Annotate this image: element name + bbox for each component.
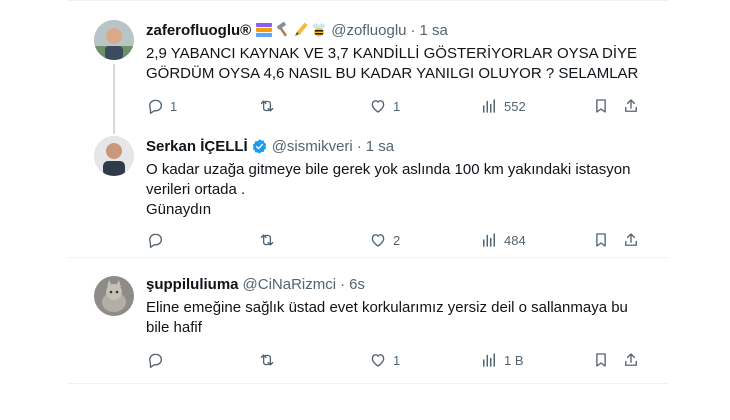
tweet-header: şuppiluliuma @CiNaRizmci · 6s (146, 274, 365, 294)
analytics-icon (483, 233, 495, 247)
retweet-icon (260, 354, 274, 366)
user-handle[interactable]: @sismikveri (272, 138, 353, 155)
view-count: 1 B (504, 352, 524, 368)
action-bar: 2 484 (146, 230, 646, 250)
avatar[interactable] (94, 20, 134, 60)
display-name[interactable]: şuppiluliuma (146, 276, 239, 293)
heart-icon (371, 354, 385, 367)
tweet-text-line: Günaydın (146, 201, 212, 218)
like-button[interactable]: 1 (369, 350, 400, 370)
tweet-text: Eline emeğine sağlık üstad evet korkular… (146, 298, 646, 338)
timestamp[interactable]: 1 sa (366, 138, 394, 155)
user-handle[interactable]: @zofluoglu (331, 22, 406, 39)
like-count: 1 (393, 352, 401, 368)
views-button[interactable]: 552 (480, 96, 526, 116)
tweet-text-line: Eline emeğine sağlık üstad evet korkular… (146, 299, 628, 316)
view-count: 484 (504, 232, 526, 248)
bookmark-button[interactable] (592, 96, 610, 116)
like-button[interactable]: 1 (369, 96, 400, 116)
reply-thread: zaferofluoglu® @zofluoglu · 1 sa 2,9 YAB… (68, 0, 668, 420)
retweet-button[interactable] (258, 230, 282, 250)
separator-dot: · (340, 275, 346, 293)
analytics-icon (483, 353, 495, 367)
bookmark-icon (596, 353, 606, 367)
bottom-divider (68, 383, 668, 384)
like-count: 2 (393, 232, 401, 248)
stack-icon (256, 23, 273, 37)
tweet-text-line: O kadar uzağa gitmeye bile gerek yok asl… (146, 161, 631, 178)
like-count: 1 (393, 98, 401, 114)
tweet-sismikveri[interactable]: Serkan İÇELLİ @sismikveri · 1 sa O kadar… (68, 128, 668, 256)
views-button[interactable]: 484 (480, 230, 526, 250)
views-button[interactable]: 1 B (480, 350, 524, 370)
share-icon (625, 353, 637, 366)
separator-dot: · (356, 137, 362, 155)
retweet-icon (260, 100, 274, 112)
tweet-text-line: bile hafif (146, 319, 202, 336)
reply-button[interactable] (146, 230, 170, 250)
tweet-text-line: 2,9 YABANCI KAYNAK VE 3,7 KANDİLLİ GÖSTE… (146, 45, 638, 62)
verified-badge-icon (248, 138, 268, 155)
action-bar: 1 1 B (146, 350, 646, 370)
retweet-button[interactable] (258, 96, 282, 116)
tweet-cinarizmci[interactable]: şuppiluliuma @CiNaRizmci · 6s Eline emeğ… (68, 258, 668, 383)
avatar[interactable] (94, 136, 134, 176)
tweet-text-line: verileri ortada . (146, 181, 246, 198)
retweet-icon (260, 234, 274, 246)
timestamp[interactable]: 1 sa (420, 22, 448, 39)
analytics-icon (483, 99, 495, 113)
thread-line (113, 64, 115, 134)
reply-count: 1 (170, 98, 178, 114)
retweet-button[interactable] (258, 350, 282, 370)
tweet-text: O kadar uzağa gitmeye bile gerek yok asl… (146, 160, 646, 220)
display-name[interactable]: Serkan İÇELLİ (146, 138, 248, 155)
reply-icon (149, 353, 163, 368)
bookmark-icon (596, 233, 606, 247)
like-button[interactable]: 2 (369, 230, 400, 250)
share-button[interactable] (622, 96, 640, 116)
share-icon (625, 99, 637, 112)
avatar-image (94, 136, 134, 176)
pencil-icon (295, 22, 308, 36)
separator-dot: · (410, 21, 416, 39)
tweet-header: zaferofluoglu® @zofluoglu · 1 sa (146, 20, 448, 40)
heart-icon (371, 234, 385, 247)
name-emojis (255, 22, 327, 38)
share-icon (625, 233, 637, 246)
reply-icon (149, 99, 163, 114)
tweet-header: Serkan İÇELLİ @sismikveri · 1 sa (146, 136, 394, 156)
reply-button[interactable]: 1 (146, 96, 177, 116)
tweet-text-line: GÖRDÜM OYSA 4,6 NASIL BU KADAR YANILGI O… (146, 65, 639, 82)
reply-icon (149, 233, 163, 248)
avatar-image (94, 276, 134, 316)
timestamp[interactable]: 6s (349, 276, 365, 293)
action-bar: 1 1 552 (146, 96, 646, 116)
tweet-text: 2,9 YABANCI KAYNAK VE 3,7 KANDİLLİ GÖSTE… (146, 44, 646, 84)
share-button[interactable] (622, 230, 640, 250)
heart-icon (371, 100, 385, 113)
bookmark-button[interactable] (592, 350, 610, 370)
hammer-icon (277, 22, 287, 37)
bee-icon (313, 23, 326, 37)
bookmark-icon (596, 99, 606, 113)
avatar[interactable] (94, 276, 134, 316)
display-name[interactable]: zaferofluoglu® (146, 22, 251, 39)
avatar-image (94, 20, 134, 60)
view-count: 552 (504, 98, 526, 114)
reply-button[interactable] (146, 350, 170, 370)
share-button[interactable] (622, 350, 640, 370)
user-handle[interactable]: @CiNaRizmci (243, 276, 337, 293)
tweet-zofluoglu[interactable]: zaferofluoglu® @zofluoglu · 1 sa 2,9 YAB… (68, 0, 668, 134)
bookmark-button[interactable] (592, 230, 610, 250)
